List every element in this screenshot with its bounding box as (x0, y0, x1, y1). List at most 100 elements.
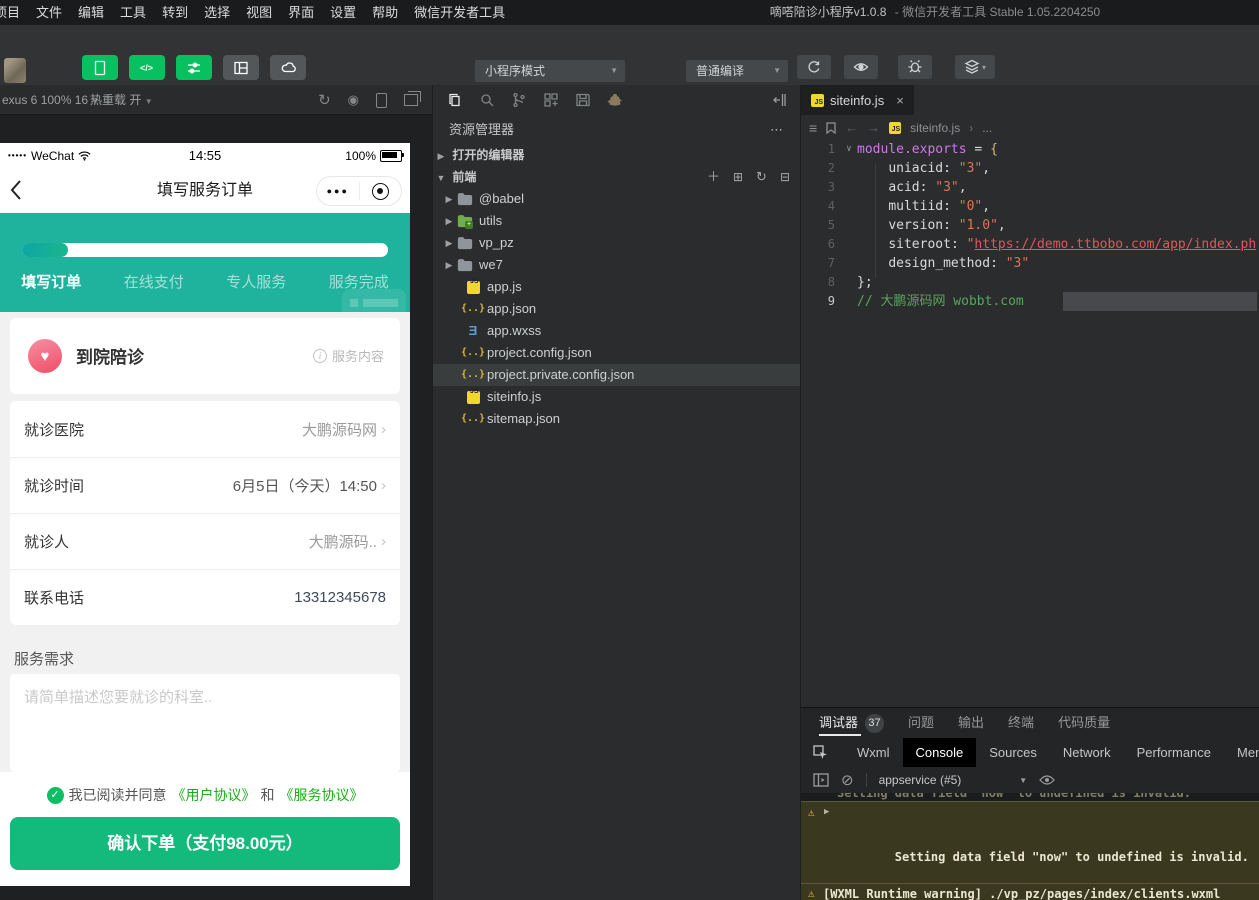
code-line-1: 1∨module.exports = { (801, 140, 1259, 159)
device-select[interactable]: exus 6 100% 16 ▼ (2, 85, 99, 117)
menu-1[interactable]: 项目 (0, 0, 28, 25)
devtools-tab-network[interactable]: Network (1050, 738, 1124, 767)
fold-icon[interactable]: ∨ (841, 140, 857, 159)
menu-4[interactable]: 工具 (112, 0, 154, 25)
compile-mode-select[interactable]: 普通编译 ▼ (686, 60, 788, 82)
devtools-tab-performance[interactable]: Performance (1124, 738, 1224, 767)
record-icon[interactable]: ◉ (348, 92, 359, 108)
collapse-all-icon[interactable]: ⊟ (780, 166, 790, 188)
back-arrow-icon[interactable]: ← (845, 120, 858, 135)
file-name: vp_pz (479, 232, 514, 254)
json-file-icon: {..} (461, 298, 485, 320)
menu-10[interactable]: 帮助 (364, 0, 406, 25)
menu-2[interactable]: 文件 (28, 0, 70, 25)
devtools-tab-console[interactable]: Console (903, 738, 977, 767)
menu-3[interactable]: 编辑 (70, 0, 112, 25)
menu-8[interactable]: 界面 (280, 0, 322, 25)
form-row-1[interactable]: 就诊医院大鹏源码网› (10, 401, 400, 457)
debugger-tab-调试器[interactable]: 调试器37 (819, 708, 884, 738)
refresh-icon[interactable]: ↻ (756, 166, 767, 188)
save-icon[interactable] (575, 92, 591, 108)
restart-icon[interactable]: ↻ (318, 91, 331, 109)
file-vp_pz[interactable]: ▶vp_pz (433, 232, 800, 254)
field-value: 6月5日（今天）14:50› (233, 475, 386, 496)
phone-icon (82, 55, 118, 80)
new-file-icon[interactable]: ＋ (707, 166, 720, 188)
close-icon[interactable]: × (896, 93, 904, 108)
more-actions-icon[interactable]: ⋯ (770, 115, 784, 144)
debugger-tab-终端[interactable]: 终端 (1008, 708, 1034, 738)
menu-5[interactable]: 转到 (154, 0, 196, 25)
more-dots-icon[interactable]: ●●● (317, 186, 359, 196)
line-number: 4 (801, 197, 841, 216)
step-4: 服务完成 (308, 271, 411, 292)
file-we7[interactable]: ▶we7 (433, 254, 800, 276)
form-row-3[interactable]: 就诊人大鹏源码..› (10, 513, 400, 569)
code-line-8: 8}; (801, 273, 1259, 292)
file-siteinfo.js[interactable]: JSsiteinfo.js (433, 386, 800, 408)
capsule-menu[interactable]: ●●● (316, 176, 402, 206)
form-row-2[interactable]: 就诊时间6月5日（今天）14:50› (10, 457, 400, 513)
debugger-tab-代码质量[interactable]: 代码质量 (1058, 708, 1110, 738)
new-folder-icon[interactable]: ⊞ (733, 166, 743, 188)
menu-7[interactable]: 视图 (238, 0, 280, 25)
user-agreement-link[interactable]: 《用户协议》 (172, 785, 256, 805)
root-folder-section[interactable]: ▼ 前端 ＋ ⊞ ↻ ⊟ (433, 166, 800, 188)
back-button[interactable] (10, 178, 22, 202)
search-icon[interactable] (479, 92, 495, 108)
devtools-tab-memory[interactable]: Memory (1224, 738, 1259, 767)
inspect-cursor-icon[interactable] (813, 745, 828, 760)
breadcrumb-more[interactable]: ... (982, 121, 992, 135)
menu-6[interactable]: 选择 (196, 0, 238, 25)
hot-reload-toggle[interactable]: 热重载 开 ▼ (90, 85, 153, 117)
file-app.js[interactable]: JSapp.js (433, 276, 800, 298)
files-icon[interactable] (447, 92, 463, 108)
expander-icon[interactable]: ▶ (824, 805, 829, 820)
file-project.config.json[interactable]: {..}project.config.json (433, 342, 800, 364)
menu-9[interactable]: 设置 (322, 0, 364, 25)
chevron-down-icon: ▼ (773, 60, 781, 82)
detach-window-icon[interactable] (404, 94, 418, 106)
cloud-icon (270, 55, 306, 80)
mode-select[interactable]: 小程序模式 ▼ (475, 60, 625, 82)
debugger-tab-问题[interactable]: 问题 (908, 708, 934, 738)
line-number: 8 (801, 273, 841, 292)
outline-icon[interactable]: ≡ (809, 120, 817, 136)
tab-siteinfo-js[interactable]: JS siteinfo.js × (801, 85, 914, 115)
file-app.wxss[interactable]: Ǝapp.wxss (433, 320, 800, 342)
forward-arrow-icon[interactable]: → (867, 120, 880, 135)
bookmark-icon[interactable] (826, 122, 836, 134)
user-avatar[interactable] (4, 58, 26, 83)
drawer-toggle-icon[interactable] (813, 773, 829, 787)
devtools-tab-wxml[interactable]: Wxml (844, 738, 903, 767)
field-label: 就诊人 (24, 531, 69, 552)
open-editors-section[interactable]: ▶ 打开的编辑器 (433, 144, 800, 166)
json-file-icon: {..} (461, 342, 485, 364)
teapot-icon[interactable] (607, 92, 623, 108)
form-row-4[interactable]: 联系电话13312345678 (10, 569, 400, 625)
context-select[interactable]: appservice (#5) (879, 773, 962, 787)
confirm-order-button[interactable]: 确认下单（支付98.00元） (10, 817, 400, 870)
js-file-icon: JS (467, 391, 480, 404)
collapse-sidebar-icon[interactable] (772, 92, 788, 108)
eye-icon[interactable] (1039, 775, 1055, 785)
debugger-tab-输出[interactable]: 输出 (958, 708, 984, 738)
blocks-icon[interactable] (543, 92, 559, 108)
branch-icon[interactable] (511, 92, 527, 108)
home-target-icon[interactable] (360, 183, 402, 200)
device-frame-icon[interactable] (376, 93, 387, 108)
file-sitemap.json[interactable]: {..}sitemap.json (433, 408, 800, 430)
service-content-link[interactable]: i 服务内容 (313, 346, 384, 365)
clear-console-icon[interactable]: ⊘ (841, 771, 854, 789)
checkbox-checked-icon[interactable]: ✓ (47, 787, 64, 804)
menu-11[interactable]: 微信开发者工具 (406, 0, 513, 25)
file-name: we7 (479, 254, 503, 276)
devtools-tab-sources[interactable]: Sources (976, 738, 1050, 767)
file-utils[interactable]: ▶+utils (433, 210, 800, 232)
demand-textarea[interactable]: 请简单描述您要就诊的科室.. (10, 674, 400, 772)
file-project.private.config.json[interactable]: {..}project.private.config.json (433, 364, 800, 386)
file-app.json[interactable]: {..}app.json (433, 298, 800, 320)
file-@babel[interactable]: ▶@babel (433, 188, 800, 210)
breadcrumb-file[interactable]: siteinfo.js (910, 121, 960, 135)
service-agreement-link[interactable]: 《服务协议》 (280, 785, 364, 805)
